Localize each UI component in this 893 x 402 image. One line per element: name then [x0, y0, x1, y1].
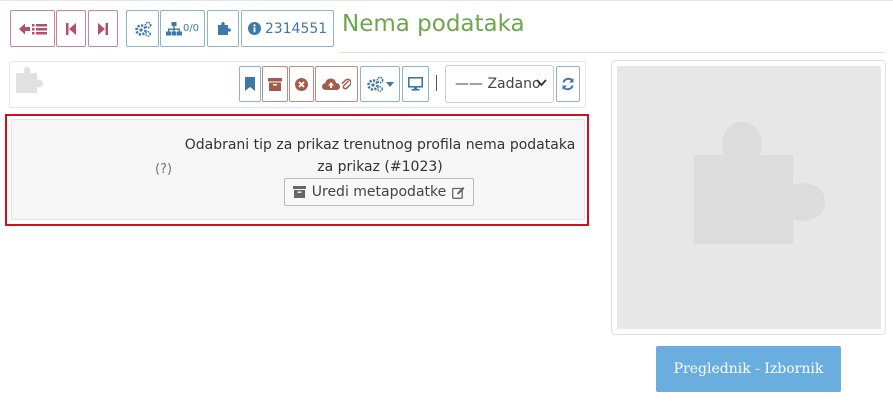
last-record-button[interactable] [88, 10, 118, 47]
cogs-icon [366, 76, 384, 92]
chevron-down-icon [536, 79, 547, 87]
refresh-icon [561, 77, 575, 91]
hierarchy-button[interactable]: 0/0 [160, 10, 205, 47]
toolbar-separator [436, 75, 437, 91]
settings-button[interactable] [126, 10, 159, 47]
caret-down-icon [386, 81, 394, 87]
pencil-icon [452, 186, 465, 199]
last-record-icon [98, 22, 108, 35]
remove-icon [295, 77, 308, 91]
top-divider [0, 0, 893, 1]
browser-menu-button[interactable]: Preglednik - Izbornik [656, 346, 841, 392]
puzzle-icon [216, 21, 231, 36]
view-select-value: —— Zadano [455, 76, 541, 92]
first-record-button[interactable] [56, 10, 86, 47]
bookmark-button[interactable] [239, 66, 261, 102]
view-select[interactable]: —— Zadano [445, 65, 554, 103]
page-title: Nema podataka [342, 11, 525, 37]
bookmark-icon [245, 77, 255, 91]
puzzle-icon [13, 64, 45, 94]
preview-thumbnail [617, 66, 881, 329]
first-record-icon [66, 22, 76, 35]
cogs-icon [134, 21, 152, 37]
hierarchy-count: 0/0 [182, 23, 200, 34]
archive-button[interactable] [262, 66, 288, 102]
edit-metadata-label: Uredi metapodatke [311, 184, 447, 200]
display-button[interactable] [402, 66, 429, 102]
back-to-list-icon [18, 22, 48, 36]
back-to-list-button[interactable] [10, 10, 55, 47]
puzzle-icon [694, 119, 827, 244]
title-divider [339, 52, 885, 53]
upload-attach-button[interactable] [315, 66, 358, 102]
monitor-icon [408, 77, 423, 91]
remove-button[interactable] [289, 66, 314, 102]
record-id: 2314551 [264, 20, 328, 37]
hierarchy-icon [165, 21, 182, 36]
archive-icon [268, 77, 282, 91]
no-data-message: Odabrani tip za prikaz trenutnog profila… [184, 137, 576, 175]
archive-icon [292, 186, 306, 198]
edit-metadata-button[interactable]: Uredi metapodatke [284, 178, 474, 206]
settings-dropdown-button[interactable] [360, 66, 400, 102]
help-link[interactable]: (?) [155, 162, 172, 177]
refresh-button[interactable] [556, 66, 580, 102]
cloud-upload-icon [322, 78, 340, 91]
info-icon [247, 22, 261, 35]
record-info-button[interactable]: 2314551 [241, 10, 334, 47]
paperclip-icon [341, 77, 351, 91]
puzzle-button[interactable] [207, 10, 239, 47]
